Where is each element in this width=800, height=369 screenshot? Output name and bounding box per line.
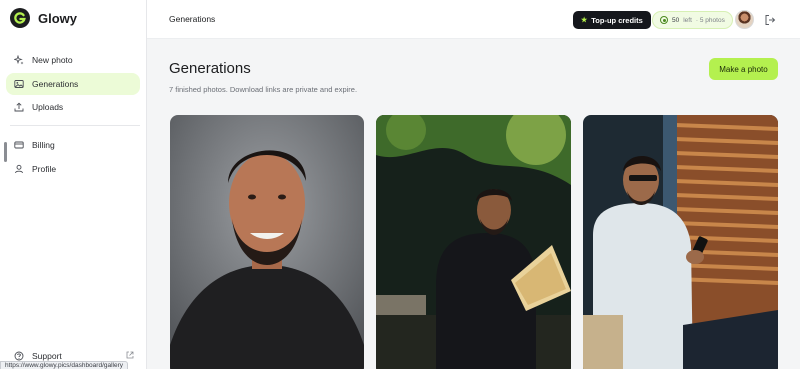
primary-nav: New photo Generations Uploads: [6, 49, 140, 118]
top-up-label: Top-up credits: [591, 15, 643, 25]
user-icon: [14, 164, 24, 174]
credits-badge: 50 left · 5 photos: [652, 11, 733, 29]
credits-icon: [660, 16, 668, 24]
make-a-photo-button[interactable]: Make a photo: [709, 58, 778, 80]
sidebar-item-uploads[interactable]: Uploads: [6, 96, 140, 118]
page-title: Generations: [169, 60, 251, 77]
generation-card[interactable]: [170, 115, 364, 369]
sidebar-divider: [10, 125, 140, 126]
external-link-icon: [126, 351, 134, 361]
sidebar-item-label: Uploads: [32, 102, 64, 112]
studio-headshot-photo: [170, 115, 364, 369]
page-subtitle: 7 finished photos. Download links are pr…: [169, 85, 358, 94]
brand-name: Glowy: [38, 10, 78, 26]
sidebar-item-label: Generations: [32, 78, 79, 89]
star-icon: ★: [581, 17, 588, 24]
generation-card[interactable]: [376, 115, 571, 369]
credits-photos: · 5 photos: [695, 16, 725, 24]
generation-card[interactable]: [583, 115, 778, 369]
sidebar-item-new-photo[interactable]: New photo: [6, 49, 140, 71]
logout-icon[interactable]: [764, 13, 776, 25]
sidebar-item-label: New photo: [32, 55, 73, 65]
sidebar-item-generations[interactable]: Generations: [6, 72, 140, 95]
upload-icon: [14, 102, 24, 112]
help-circle-icon: [14, 351, 24, 361]
top-header: Generations ★ Top-up credits 50 left · 5…: [147, 0, 800, 39]
sparkle-icon: [14, 55, 24, 65]
sidebar: Glowy New photo Generations Uploads Bill…: [0, 0, 147, 369]
avatar[interactable]: [735, 10, 754, 29]
garden-reading-photo: [376, 115, 571, 369]
window-phone-photo: [583, 115, 778, 369]
glowy-logo-icon: [10, 8, 30, 28]
browser-status-url: https://www.glowy.pics/dashboard/gallery: [0, 361, 129, 369]
sidebar-item-label: Profile: [32, 163, 57, 174]
sidebar-item-billing[interactable]: Billing: [6, 134, 140, 156]
sidebar-item-label: Support: [32, 351, 62, 361]
sidebar-item-profile[interactable]: Profile: [6, 158, 140, 180]
credits-left: left: [683, 16, 692, 24]
sidebar-item-label: Billing: [32, 140, 55, 150]
sidebar-scrollbar[interactable]: [4, 142, 7, 162]
credits-count: 50: [672, 16, 680, 24]
account-nav: Billing Profile: [6, 134, 140, 180]
header-title: Generations: [169, 14, 216, 24]
top-up-credits-button[interactable]: ★ Top-up credits: [573, 11, 651, 29]
image-icon: [14, 79, 24, 89]
brand[interactable]: Glowy: [10, 8, 77, 28]
credit-card-icon: [14, 140, 24, 150]
